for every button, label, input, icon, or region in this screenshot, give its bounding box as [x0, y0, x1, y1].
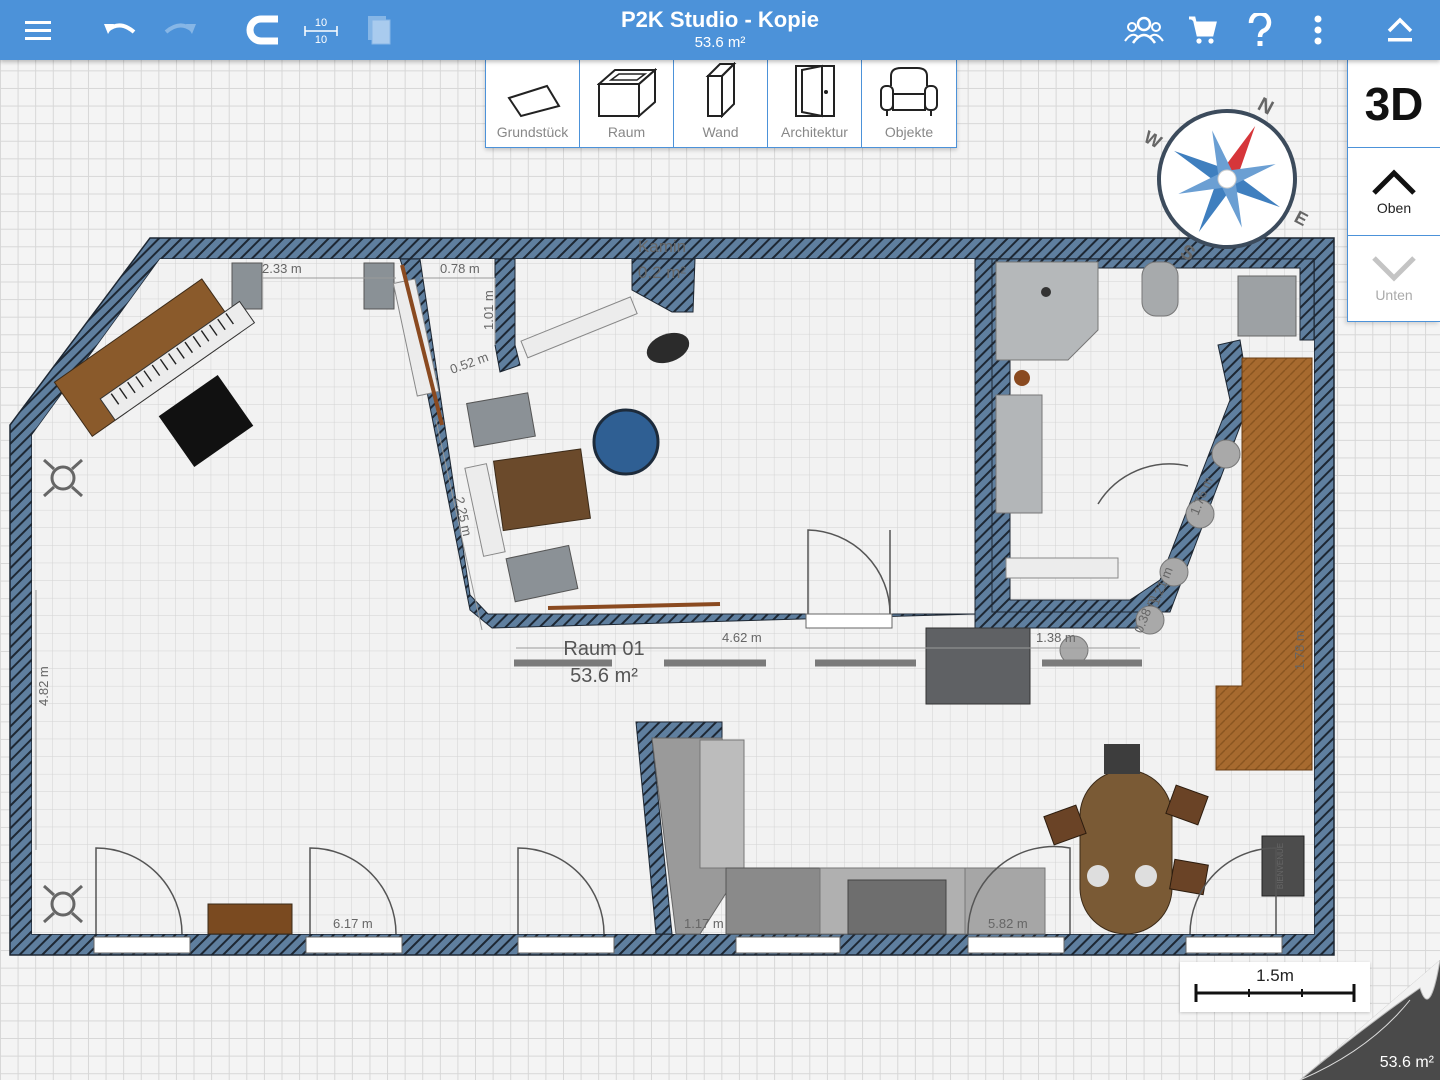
- compass-e: E: [1291, 207, 1311, 230]
- wall-icon: [705, 62, 736, 118]
- chevron-down-icon: [1372, 256, 1416, 282]
- tool-label: Objekte: [884, 124, 934, 140]
- total-area: 53.6 m²: [1379, 1054, 1434, 1071]
- tool-label: Architektur: [781, 124, 848, 140]
- welcome-sign[interactable]: BIENVENUE: [1261, 835, 1305, 897]
- tool-palette: Grundstück Raum Wand Architektur Objekte: [485, 60, 957, 148]
- project-title: P2K Studio - Kopie: [621, 7, 819, 32]
- floor-plan-canvas[interactable]: BIENVENUE 2.33 m 0.78 m 1.01 m 0.52 m 2.…: [0, 60, 1440, 1080]
- dimension-text[interactable]: 1.38 m: [1036, 630, 1076, 645]
- title-block: P2K Studio - Kopie 53.6 m²: [520, 6, 920, 52]
- tool-architektur[interactable]: Architektur: [768, 60, 862, 147]
- level-up-button[interactable]: Oben: [1348, 148, 1440, 235]
- dimension-text[interactable]: 1.17 m: [684, 916, 724, 931]
- dimension-text[interactable]: 4.62 m: [722, 630, 762, 645]
- room-area: 53.6 m²: [570, 665, 638, 687]
- compass-n: N: [1254, 93, 1277, 119]
- more-options-icon[interactable]: [1298, 10, 1338, 50]
- tool-raum[interactable]: Raum: [580, 60, 674, 147]
- dimension-text[interactable]: 0.78 m: [440, 261, 480, 276]
- tool-label: Raum: [607, 124, 646, 140]
- room-icon: [596, 68, 657, 118]
- cart-icon[interactable]: [1182, 10, 1222, 50]
- chevron-up-icon: [1372, 168, 1416, 195]
- magnet-icon[interactable]: [242, 10, 282, 50]
- users-icon[interactable]: [1124, 10, 1164, 50]
- door-icon: [794, 64, 835, 118]
- room-name: Raum 01: [563, 638, 645, 660]
- layers-icon[interactable]: [358, 10, 398, 50]
- grid-size-icon[interactable]: 10 10: [300, 10, 342, 50]
- view-panel: 3D Oben Unten: [1347, 60, 1440, 322]
- dimension-text[interactable]: 6.17 m: [333, 916, 373, 931]
- dimension-text[interactable]: 5.82 m: [988, 916, 1028, 931]
- grid-size-top: 10: [315, 17, 327, 29]
- dark-cabinet[interactable]: [925, 627, 1031, 705]
- dimension-text[interactable]: 1.01 m: [481, 290, 496, 330]
- fireplace-name[interactable]: Kamin: [638, 237, 686, 256]
- help-icon[interactable]: [1240, 10, 1280, 50]
- view-3d-button[interactable]: 3D: [1348, 60, 1440, 148]
- sign-text: BIENVENUE: [1276, 843, 1285, 889]
- tool-wand[interactable]: Wand: [674, 60, 768, 147]
- fireplace-area: 0.2 m²: [638, 263, 687, 282]
- tool-grundstueck[interactable]: Grundstück: [486, 60, 580, 147]
- page-curl[interactable]: 53.6 m²: [1270, 959, 1440, 1080]
- level-up-label: Oben: [1376, 199, 1412, 216]
- level-down-button[interactable]: Unten: [1348, 235, 1440, 322]
- dimension-text[interactable]: 4.82 m: [36, 666, 51, 706]
- project-area: 53.6 m²: [694, 34, 746, 51]
- dimension-text[interactable]: 1.78 m: [1292, 630, 1307, 670]
- tool-objekte[interactable]: Objekte: [862, 60, 956, 147]
- level-down-label: Unten: [1375, 287, 1413, 303]
- top-bar: 10 10 P2K Studio - Kopie 53.6 m²: [0, 0, 1440, 60]
- tool-label: Wand: [702, 124, 739, 140]
- plot-icon: [506, 84, 561, 118]
- collapse-up-icon[interactable]: [1380, 10, 1420, 50]
- room-label[interactable]: Raum 01 53.6 m²: [540, 636, 668, 690]
- menu-icon[interactable]: [18, 10, 58, 50]
- compass-w: W: [1141, 127, 1165, 153]
- dimension-text[interactable]: 2.33 m: [262, 261, 302, 276]
- tool-label: Grundstück: [496, 124, 569, 140]
- redo-icon[interactable]: [160, 10, 200, 50]
- armchair-icon: [880, 67, 938, 116]
- grid-size-bottom: 10: [315, 34, 327, 45]
- sideboard[interactable]: [207, 903, 293, 935]
- undo-icon[interactable]: [100, 10, 140, 50]
